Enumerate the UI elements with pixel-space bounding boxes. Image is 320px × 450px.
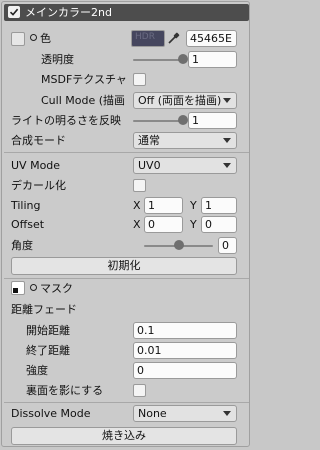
fade-start-row: 開始距離 0.1 <box>2 321 251 340</box>
blend-mode-dropdown[interactable]: 通常 <box>133 132 237 149</box>
fade-end-field[interactable]: 0.01 <box>133 342 237 359</box>
reset-button[interactable]: 初期化 <box>11 257 237 275</box>
section-title: メインカラー2nd <box>25 6 112 19</box>
object-picker-icon[interactable] <box>30 284 37 291</box>
reset-row: 初期化 <box>2 256 251 275</box>
blend-mode-row: 合成モード 通常 <box>2 131 251 150</box>
mask-row: マスク <box>2 279 251 298</box>
offset-x-field[interactable]: 0 <box>144 216 183 233</box>
object-picker-icon[interactable] <box>30 34 37 41</box>
uv-mode-row: UV Mode UV0 <box>2 156 251 175</box>
tiling-label: Tiling <box>11 199 41 212</box>
light-label: ライトの明るさを反映 <box>11 114 121 127</box>
decal-checkbox[interactable] <box>133 179 146 192</box>
color-swatch[interactable]: HDR <box>131 30 165 47</box>
main-color-2nd-panel: メインカラー2nd 色 HDR 45465E 透明度 1 MSDFテクスチャ C… <box>1 1 250 447</box>
cull-mode-row: Cull Mode (描画 Off (両面を描画) <box>2 91 251 110</box>
fade-end-row: 終了距離 0.01 <box>2 341 251 360</box>
hdr-label: HDR <box>135 32 155 42</box>
opacity-row: 透明度 1 <box>2 50 251 69</box>
opacity-field[interactable]: 1 <box>188 51 237 68</box>
decal-row: デカール化 <box>2 176 251 195</box>
fade-end-label: 終了距離 <box>26 344 70 357</box>
light-row: ライトの明るさを反映 1 <box>2 111 251 130</box>
strength-label: 強度 <box>26 364 48 377</box>
texture-thumbnail <box>13 288 18 293</box>
backface-label: 裏面を影にする <box>26 384 104 397</box>
backface-checkbox[interactable] <box>133 384 146 397</box>
checkmark-icon <box>9 8 19 16</box>
color-label: 色 <box>40 32 51 45</box>
distance-fade-row: 距離フェード <box>2 300 251 319</box>
dissolve-row: Dissolve Mode None <box>2 404 251 423</box>
blend-mode-value: 通常 <box>138 134 160 147</box>
dissolve-label: Dissolve Mode <box>11 407 91 420</box>
decal-label: デカール化 <box>11 179 66 192</box>
chevron-down-icon <box>223 138 231 143</box>
color-row: 色 HDR 45465E <box>2 29 251 48</box>
separator <box>4 152 249 153</box>
separator <box>4 402 249 403</box>
section-header[interactable]: メインカラー2nd <box>4 4 249 21</box>
fade-start-field[interactable]: 0.1 <box>133 322 237 339</box>
color-texture-slot[interactable] <box>11 32 25 46</box>
tiling-row: Tiling X 1 Y 1 <box>2 196 251 215</box>
blend-mode-label: 合成モード <box>11 134 66 147</box>
msdf-checkbox[interactable] <box>133 73 146 86</box>
msdf-label: MSDFテクスチャ <box>41 73 127 86</box>
mask-label: マスク <box>40 282 73 295</box>
light-field[interactable]: 1 <box>188 112 237 129</box>
tiling-y-label: Y <box>190 199 197 212</box>
offset-y-label: Y <box>190 218 197 231</box>
dissolve-dropdown[interactable]: None <box>133 405 237 422</box>
msdf-row: MSDFテクスチャ <box>2 70 251 89</box>
offset-y-field[interactable]: 0 <box>201 216 237 233</box>
eyedropper-icon[interactable] <box>166 31 180 46</box>
cull-mode-label: Cull Mode (描画 <box>41 94 126 107</box>
chevron-down-icon <box>223 98 231 103</box>
bake-button[interactable]: 焼き込み <box>11 427 237 445</box>
opacity-label: 透明度 <box>41 53 74 66</box>
dissolve-value: None <box>138 407 167 420</box>
opacity-slider-thumb[interactable] <box>178 54 188 64</box>
uv-mode-label: UV Mode <box>11 159 61 172</box>
offset-x-label: X <box>133 218 141 231</box>
distance-fade-label: 距離フェード <box>11 303 77 316</box>
enable-checkbox[interactable] <box>8 6 20 18</box>
chevron-down-icon <box>223 163 231 168</box>
cull-mode-dropdown[interactable]: Off (両面を描画) <box>133 92 237 109</box>
mask-texture-slot[interactable] <box>11 281 25 295</box>
light-slider-track[interactable] <box>133 120 183 122</box>
offset-row: Offset X 0 Y 0 <box>2 215 251 234</box>
strength-row: 強度 0 <box>2 361 251 380</box>
strength-field[interactable]: 0 <box>133 362 237 379</box>
backface-row: 裏面を影にする <box>2 381 251 400</box>
fade-start-label: 開始距離 <box>26 324 70 337</box>
offset-label: Offset <box>11 218 45 231</box>
uv-mode-value: UV0 <box>138 159 161 172</box>
cull-mode-value: Off (両面を描画) <box>138 94 222 107</box>
tiling-x-label: X <box>133 199 141 212</box>
tiling-x-field[interactable]: 1 <box>144 197 183 214</box>
tiling-y-field[interactable]: 1 <box>201 197 237 214</box>
light-slider-thumb[interactable] <box>178 115 188 125</box>
opacity-slider-track[interactable] <box>133 59 183 61</box>
angle-label: 角度 <box>11 239 33 252</box>
angle-row: 角度 0 <box>2 236 251 255</box>
bake-row: 焼き込み <box>2 426 251 445</box>
angle-field[interactable]: 0 <box>218 237 237 254</box>
chevron-down-icon <box>223 411 231 416</box>
uv-mode-dropdown[interactable]: UV0 <box>133 157 237 174</box>
angle-slider-thumb[interactable] <box>174 240 184 250</box>
color-hex-field[interactable]: 45465E <box>186 30 237 47</box>
